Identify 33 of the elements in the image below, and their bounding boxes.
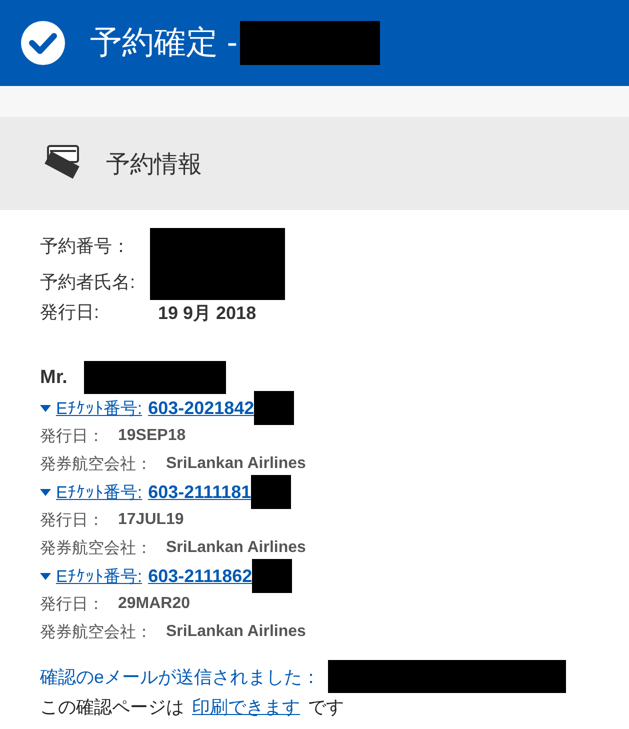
airline-name: SriLankan Airlines	[166, 623, 306, 641]
field-label: 発行日：	[40, 594, 104, 614]
page-title: 予約確定 -	[90, 23, 238, 62]
issue-date: 17JUL19	[118, 511, 184, 529]
field-label: 発行日：	[40, 426, 104, 446]
field-label: 発行日：	[40, 510, 104, 530]
redaction-block	[251, 475, 292, 509]
print-link[interactable]: 印刷できます	[192, 695, 300, 719]
issue-date: 19 9月 2018	[157, 302, 258, 324]
caret-icon	[40, 404, 51, 412]
print-note: この確認ページは	[40, 696, 184, 719]
field-label: 予約者氏名:	[40, 270, 136, 294]
field-label: 予約番号：	[40, 234, 131, 258]
ticket-number-link[interactable]: 603-2021842	[148, 398, 254, 418]
ticket-number-link[interactable]: 603-2111862	[148, 566, 252, 586]
airline-name: SriLankan Airlines	[166, 455, 306, 473]
print-note: です	[308, 696, 344, 719]
field-label: 発券航空会社：	[40, 538, 152, 558]
issue-date: 19SEP18	[118, 427, 186, 445]
field-label: 発券航空会社：	[40, 454, 152, 474]
field-label: 発券航空会社：	[40, 622, 152, 642]
issue-date: 29MAR20	[118, 595, 190, 613]
redaction-block	[254, 391, 294, 425]
passenger-name: Mr.	[40, 366, 68, 388]
email-notice: 確認のeメールが送信されました：	[40, 666, 320, 688]
section-title: 予約情報	[106, 150, 202, 180]
check-circle-icon	[20, 20, 66, 66]
redaction-block	[252, 559, 292, 593]
caret-icon	[40, 488, 51, 496]
field-label: 発行日:	[40, 301, 100, 324]
ticket-number-link[interactable]: 603-2111181	[148, 482, 252, 502]
airline-name: SriLankan Airlines	[166, 539, 306, 557]
caret-icon	[40, 572, 51, 580]
